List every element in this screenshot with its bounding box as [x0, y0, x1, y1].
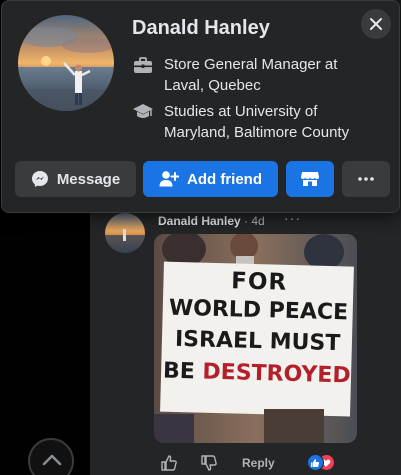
work-info: Store General Manager at Laval, Quebec — [132, 54, 374, 96]
graduation-cap-icon — [133, 104, 153, 118]
sign-line-4a: BE — [162, 358, 196, 385]
close-button[interactable] — [361, 9, 391, 39]
messenger-icon — [31, 170, 49, 188]
chevron-up-icon — [42, 454, 62, 466]
more-dots-icon — [358, 177, 374, 181]
like-reaction-icon — [306, 454, 324, 471]
thumbs-down-icon — [201, 455, 217, 471]
education-info: Studies at University of Maryland, Balti… — [132, 101, 374, 143]
sign-line-3: ISRAEL MUST — [174, 326, 341, 357]
like-button[interactable] — [158, 452, 180, 474]
more-options-button[interactable] — [342, 161, 390, 197]
profile-name[interactable]: Danald Hanley — [132, 17, 270, 40]
sign-line-4b: DESTROYED — [202, 359, 351, 389]
comment-actions: Reply — [158, 452, 339, 474]
comment-time[interactable]: · 4d — [241, 214, 265, 228]
add-friend-label[interactable]: Add friend — [187, 171, 262, 188]
comment-image[interactable]: FOR WORLD PEACE ISRAEL MUST BE DESTROYED — [154, 234, 357, 443]
thumbs-up-icon — [161, 455, 177, 471]
scroll-up-button[interactable] — [28, 438, 74, 475]
reply-button[interactable]: Reply — [242, 456, 275, 470]
storefront-icon — [301, 172, 319, 186]
shop-button[interactable] — [286, 161, 334, 197]
education-text: Studies at University of Maryland, Balti… — [164, 103, 350, 141]
work-text: Store General Manager at Laval, Quebec — [164, 56, 338, 94]
dislike-button[interactable] — [198, 452, 220, 474]
sign-text: FOR WORLD PEACE ISRAEL MUST BE DESTROYED — [160, 266, 355, 393]
comment-author[interactable]: Danald Hanley · 4d — [158, 214, 265, 228]
message-label[interactable]: Message — [57, 171, 120, 188]
page: Danald Hanley · 4d ··· FOR WORLD PEACE I… — [0, 0, 401, 475]
add-person-icon — [159, 170, 179, 188]
briefcase-icon — [134, 57, 152, 73]
profile-avatar[interactable] — [18, 15, 114, 111]
comment-author-name[interactable]: Danald Hanley — [158, 214, 241, 228]
add-friend-button[interactable]: Add friend — [143, 161, 278, 197]
reaction-summary[interactable] — [306, 454, 339, 472]
close-icon — [370, 18, 382, 30]
comment-avatar[interactable] — [105, 213, 145, 253]
profile-hover-card: Danald Hanley Store General Manager at L… — [1, 0, 400, 213]
message-button[interactable]: Message — [15, 161, 136, 197]
